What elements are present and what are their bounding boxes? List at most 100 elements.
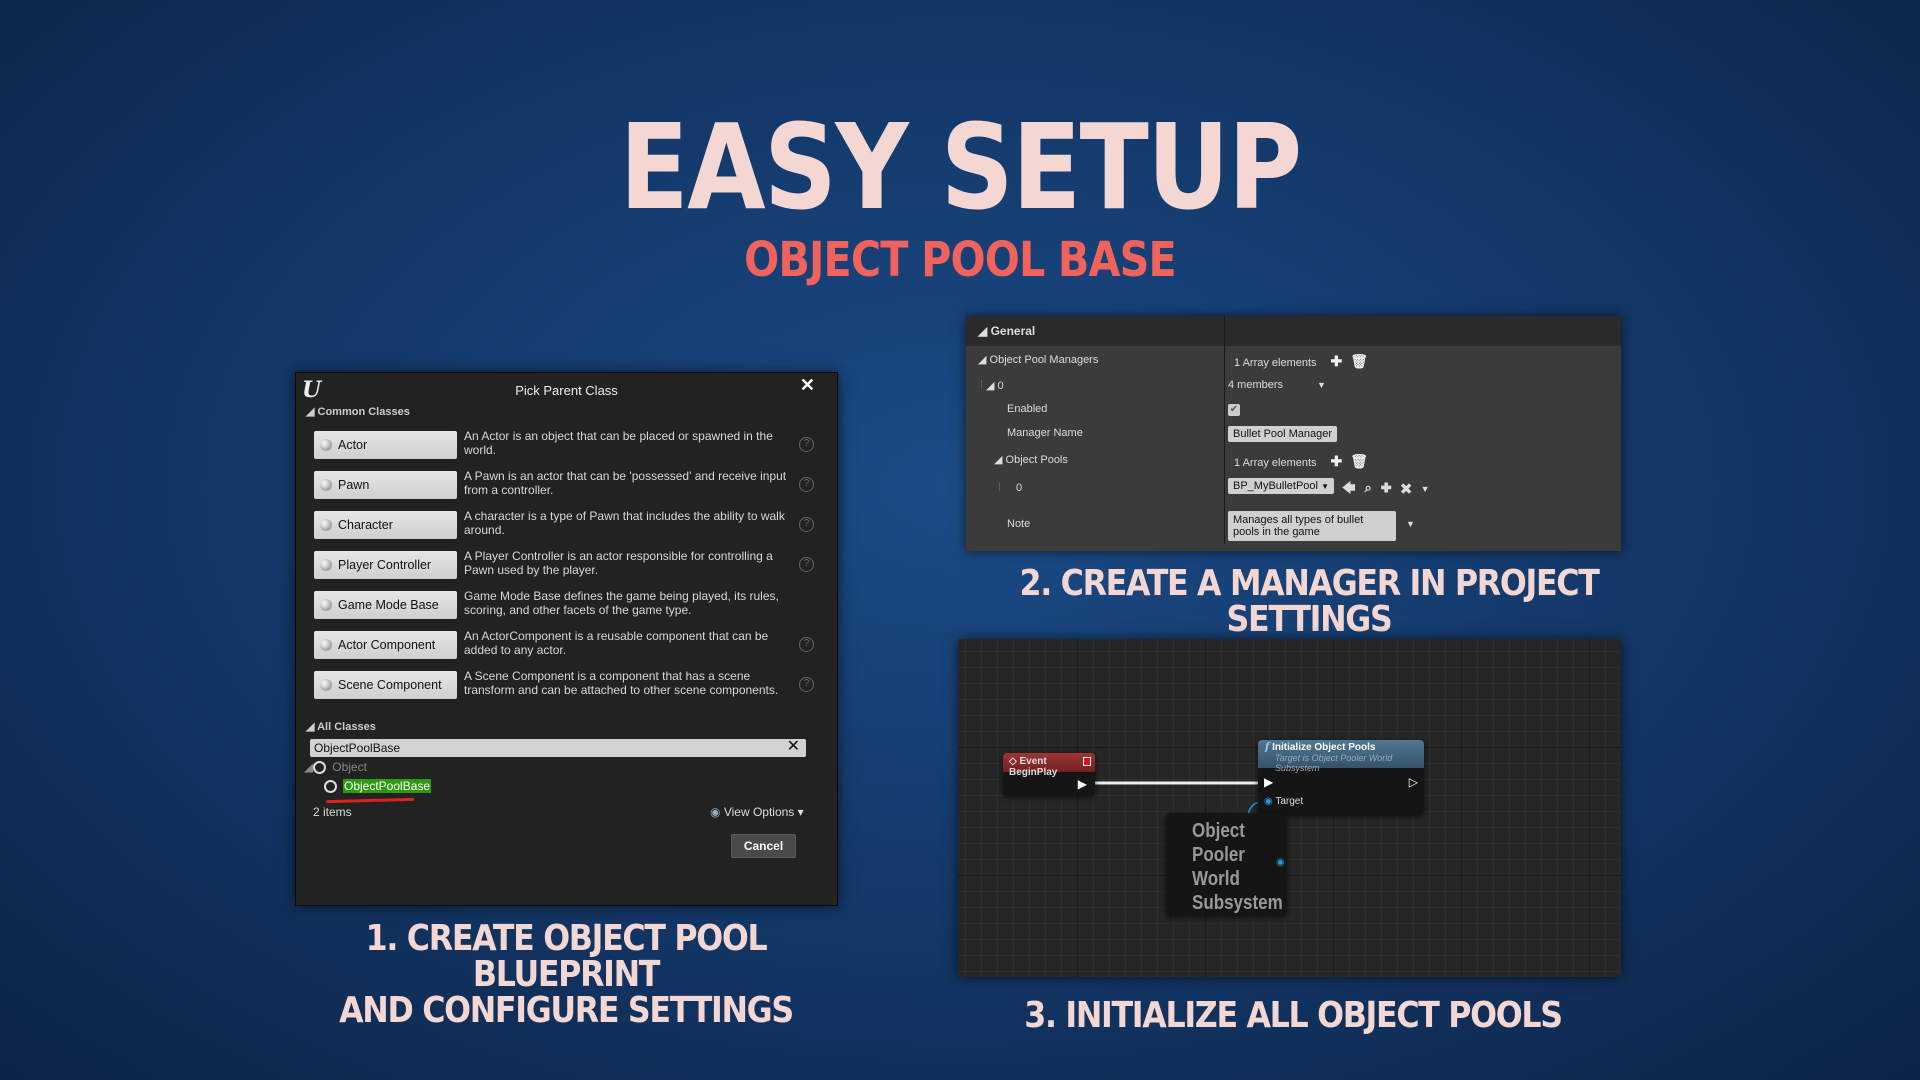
node-header: f Initialize Object Pools Target is Obje… <box>1258 740 1424 773</box>
all-classes-header[interactable]: ◢ All Classes <box>306 720 376 733</box>
help-icon[interactable]: ? <box>799 677 814 692</box>
all-classes-label: All Classes <box>317 721 376 733</box>
trash-icon[interactable]: 🗑 <box>1350 353 1368 370</box>
add-icon[interactable]: ✚ <box>1381 480 1401 495</box>
item-count: 2 items <box>313 805 352 819</box>
add-icon[interactable]: ✚ <box>1331 453 1343 470</box>
view-options-button[interactable]: ◉ View Options ▾ <box>710 805 804 819</box>
help-icon[interactable]: ? <box>799 517 814 532</box>
class-description: A Pawn is an actor that can be 'possesse… <box>464 469 787 497</box>
target-pin[interactable]: ◉ Target <box>1264 796 1303 807</box>
close-icon[interactable]: ✕ <box>800 375 815 396</box>
clear-search-icon[interactable]: ✕ <box>787 738 800 756</box>
use-selected-icon[interactable]: 🡄 <box>1342 480 1364 495</box>
tree-item-object[interactable]: ◢ Object <box>304 760 367 775</box>
tree-item-objectpoolbase[interactable]: ObjectPoolBase <box>324 779 432 804</box>
class-button[interactable]: Scene Component <box>314 671 457 699</box>
class-button[interactable]: Actor <box>314 431 457 459</box>
section-label: General <box>990 324 1036 338</box>
row-manager-name: Manager Name Bullet Pool Manager <box>966 424 1621 444</box>
chevron-down-icon[interactable]: ▼ <box>1421 484 1439 494</box>
cancel-button[interactable]: Cancel <box>731 834 796 858</box>
class-row: Actor Component An ActorComponent is a r… <box>314 629 824 659</box>
row-object-pools: ◢ Object Pools 1 Array elements ✚ 🗑 <box>966 450 1621 470</box>
class-description: An ActorComponent is a reusable componen… <box>464 629 769 657</box>
help-icon[interactable]: ? <box>799 557 814 572</box>
array-count: 1 Array elements <box>1234 357 1317 369</box>
class-label: Pawn <box>338 478 370 492</box>
class-button[interactable]: Character <box>314 511 457 539</box>
row-label: 0 <box>997 380 1004 392</box>
expand-toggle[interactable]: ◢ Object Pool Managers <box>978 353 1098 366</box>
class-icon <box>324 780 337 794</box>
add-icon[interactable]: ✚ <box>1331 353 1343 370</box>
chevron-down-icon: ▼ <box>1321 482 1329 491</box>
row-value: 1 Array elements ✚ 🗑 <box>1234 353 1368 370</box>
search-value: ObjectPoolBase <box>314 741 401 755</box>
row-manager-0: ⁞ ◢ 0 4 members ▼ <box>966 376 1621 396</box>
common-classes-header[interactable]: ◢ Common Classes <box>306 405 410 418</box>
drag-handle[interactable]: ⁞ <box>980 379 983 391</box>
enabled-checkbox[interactable]: ✔ <box>1228 404 1240 416</box>
trash-icon[interactable]: 🗑 <box>1350 453 1368 470</box>
chevron-down-icon[interactable]: ▼ <box>1406 519 1415 529</box>
note-input[interactable]: Manages all types of bullet pools in the… <box>1228 511 1396 541</box>
manager-name-input[interactable]: Bullet Pool Manager <box>1228 426 1338 442</box>
exec-out-pin[interactable]: ▶ <box>1078 777 1087 791</box>
class-label: Actor <box>338 438 368 452</box>
help-icon[interactable]: ? <box>799 437 814 452</box>
row-label: 0 <box>1016 482 1023 494</box>
object-pin-icon[interactable]: ◉ <box>1276 857 1285 868</box>
expand-toggle[interactable]: ◢ 0 <box>986 379 1004 392</box>
class-description: Game Mode Base defines the game being pl… <box>464 589 779 617</box>
delegate-pin-icon[interactable] <box>1083 757 1091 766</box>
caption-step1-line1: 1. CREATE OBJECT POOL BLUEPRINT <box>365 918 768 995</box>
class-button[interactable]: Game Mode Base <box>314 591 457 619</box>
common-classes-label: Common Classes <box>317 406 410 418</box>
help-icon[interactable]: ? <box>799 477 814 492</box>
class-icon <box>313 761 327 775</box>
caption-step1-line2: AND CONFIGURE SETTINGS <box>339 990 794 1031</box>
caption-step3: 3. INITIALIZE ALL OBJECT POOLS <box>1024 995 1563 1036</box>
red-underline <box>325 797 415 804</box>
class-description: A character is a type of Pawn that inclu… <box>464 509 785 537</box>
chevron-down-icon: ▼ <box>1317 380 1326 390</box>
blueprint-graph[interactable]: ◇ Event BeginPlay ▶ f Initialize Object … <box>958 639 1621 977</box>
class-button[interactable]: Pawn <box>314 471 457 499</box>
eye-icon: ◉ <box>710 805 721 819</box>
class-icon <box>320 599 332 611</box>
class-picker-value: BP_MyBulletPool <box>1233 480 1318 492</box>
general-section-header[interactable]: ◢ General <box>966 316 1621 346</box>
expand-toggle[interactable]: ◢ Object Pools <box>994 453 1068 466</box>
initialize-object-pools-node[interactable]: f Initialize Object Pools Target is Obje… <box>1258 740 1424 814</box>
asset-tools: 🡄⌕✚✖▼ <box>1342 479 1439 501</box>
tree-item-label: Object <box>332 760 367 774</box>
clear-icon[interactable]: ✖ <box>1401 480 1421 495</box>
event-beginplay-node[interactable]: ◇ Event BeginPlay ▶ <box>1003 753 1095 795</box>
browse-icon[interactable]: ⌕ <box>1364 480 1380 495</box>
object-pin-icon: ◉ <box>1264 796 1273 807</box>
caption-step2: 2. CREATE A MANAGER IN PROJECT SETTINGS <box>1019 563 1600 640</box>
help-icon[interactable]: ? <box>799 637 814 652</box>
view-options-label: View Options <box>723 805 795 819</box>
class-row: Game Mode Base Game Mode Base defines th… <box>314 589 824 619</box>
members-dropdown[interactable]: 4 members ▼ <box>1228 379 1326 391</box>
exec-in-pin[interactable]: ▶ <box>1264 775 1273 789</box>
class-description: A Player Controller is an actor responsi… <box>464 549 773 577</box>
class-icon <box>320 519 332 531</box>
class-row: Character A character is a type of Pawn … <box>314 509 824 539</box>
drag-handle[interactable]: ⁞ <box>998 482 1001 494</box>
class-picker[interactable]: BP_MyBulletPool ▼ <box>1228 478 1334 494</box>
class-description: An Actor is an object that can be placed… <box>464 429 773 457</box>
class-button[interactable]: Actor Component <box>314 631 457 659</box>
row-label: Enabled <box>1007 403 1048 415</box>
row-note: Note Manages all types of bullet pools in… <box>966 510 1621 542</box>
class-label: Scene Component <box>338 678 442 692</box>
object-pooler-world-subsystem-node[interactable]: Object Pooler World Subsystem ◉ <box>1166 813 1287 915</box>
class-row: Scene Component A Scene Component is a c… <box>314 669 824 699</box>
class-button[interactable]: Player Controller <box>314 551 457 579</box>
class-label: Actor Component <box>338 638 436 652</box>
node-title: Initialize Object Pools <box>1272 742 1376 753</box>
exec-out-pin[interactable]: ▷ <box>1409 775 1418 789</box>
class-search-input[interactable]: ObjectPoolBase ✕ <box>310 738 806 757</box>
